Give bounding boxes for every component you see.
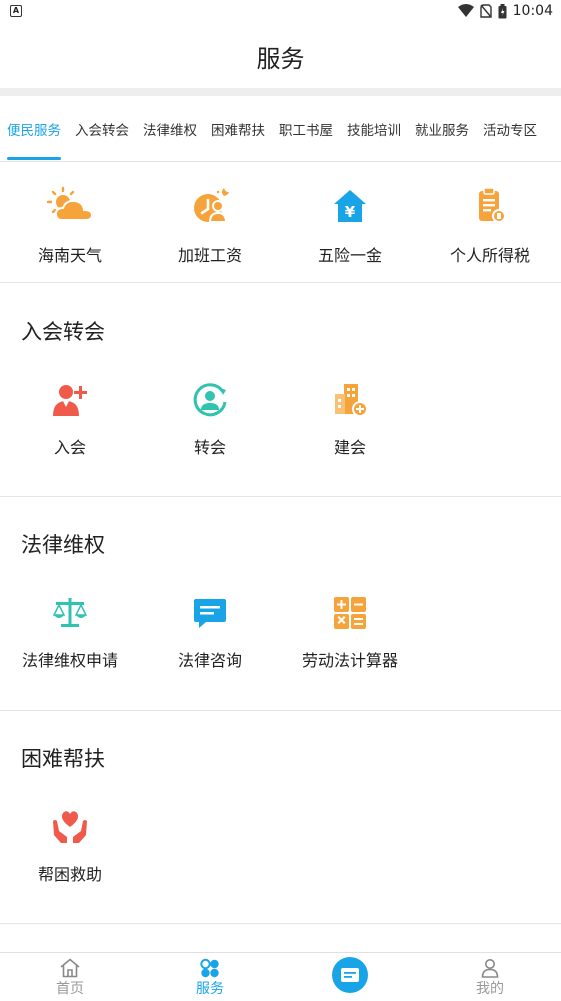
status-time: 10:04 bbox=[512, 3, 553, 19]
legal-application-label: 法律维权申请 bbox=[21, 651, 118, 670]
nav-mine-label: 我的 bbox=[476, 981, 504, 997]
join-union-icon bbox=[46, 376, 94, 424]
nav-home[interactable]: 首页 bbox=[0, 953, 140, 1001]
legal-consult-button[interactable]: 法律咨询 bbox=[140, 589, 280, 671]
hardship-aid-label: 帮困救助 bbox=[37, 865, 102, 884]
hardship-aid-button[interactable]: 帮困救助 bbox=[0, 803, 140, 885]
weather-icon bbox=[46, 182, 94, 230]
transfer-union-icon bbox=[186, 376, 234, 424]
tab-assistance[interactable]: 困难帮扶 bbox=[204, 96, 272, 162]
nav-center-button[interactable] bbox=[280, 953, 420, 1001]
build-union-icon bbox=[326, 376, 374, 424]
insurance-fund-icon: ¥ bbox=[326, 182, 374, 230]
overtime-pay-button[interactable]: 加班工资 bbox=[140, 162, 280, 282]
category-tabs: 便民服务 入会转会 法律维权 困难帮扶 职工书屋 技能培训 就业服务 活动专区 bbox=[0, 96, 561, 162]
no-sim-icon bbox=[479, 4, 492, 18]
income-tax-icon bbox=[466, 182, 514, 230]
nav-service[interactable]: 服务 bbox=[140, 953, 280, 1001]
build-union-label: 建会 bbox=[333, 438, 366, 457]
join-union-label: 入会 bbox=[53, 438, 86, 457]
legal-section: 法律维权 法律维权申请 法律咨询 劳动法计算器 bbox=[0, 497, 561, 711]
section-title: 入会转会 bbox=[21, 320, 105, 344]
join-union-button[interactable]: 入会 bbox=[0, 376, 140, 458]
scales-icon bbox=[46, 589, 94, 637]
insurance-fund-button[interactable]: ¥ 五险一金 bbox=[280, 162, 420, 282]
status-bar: A 10:04 bbox=[0, 0, 561, 24]
income-tax-button[interactable]: 个人所得税 bbox=[420, 162, 560, 282]
transfer-union-label: 转会 bbox=[193, 438, 226, 457]
page-title: 服务 bbox=[256, 44, 305, 73]
legal-application-button[interactable]: 法律维权申请 bbox=[0, 589, 140, 671]
card-icon bbox=[332, 957, 368, 993]
weather-button[interactable]: 海南天气 bbox=[0, 162, 140, 282]
tab-convenience[interactable]: 便民服务 bbox=[0, 96, 68, 162]
tab-employment[interactable]: 就业服务 bbox=[408, 96, 476, 162]
battery-icon bbox=[498, 3, 507, 18]
overtime-pay-label: 加班工资 bbox=[177, 246, 242, 265]
tab-library[interactable]: 职工书屋 bbox=[272, 96, 340, 162]
home-icon bbox=[59, 956, 81, 978]
build-union-button[interactable]: 建会 bbox=[280, 376, 420, 458]
membership-section: 入会转会 入会 转会 建会 bbox=[0, 284, 561, 497]
legal-consult-label: 法律咨询 bbox=[177, 651, 242, 670]
notification-icon: A bbox=[10, 5, 22, 17]
assistance-section: 困难帮扶 帮困救助 bbox=[0, 711, 561, 924]
bottom-nav: 首页 服务 我的 bbox=[0, 952, 561, 1001]
tab-legal[interactable]: 法律维权 bbox=[136, 96, 204, 162]
tab-activities[interactable]: 活动专区 bbox=[476, 96, 544, 162]
overtime-pay-icon bbox=[186, 182, 234, 230]
calculator-icon bbox=[326, 589, 374, 637]
heart-hands-icon bbox=[46, 803, 94, 851]
nav-home-label: 首页 bbox=[56, 981, 84, 997]
labor-calculator-label: 劳动法计算器 bbox=[301, 651, 398, 670]
transfer-union-button[interactable]: 转会 bbox=[140, 376, 280, 458]
nav-mine[interactable]: 我的 bbox=[420, 953, 560, 1001]
wifi-icon bbox=[457, 4, 474, 17]
section-title: 法律维权 bbox=[21, 533, 105, 557]
insurance-fund-label: 五险一金 bbox=[317, 246, 382, 265]
labor-calculator-button[interactable]: 劳动法计算器 bbox=[280, 589, 420, 671]
user-icon bbox=[480, 956, 500, 978]
nav-service-label: 服务 bbox=[196, 981, 224, 997]
tab-training[interactable]: 技能培训 bbox=[340, 96, 408, 162]
service-icon bbox=[199, 956, 221, 978]
chat-icon bbox=[186, 589, 234, 637]
weather-label: 海南天气 bbox=[37, 246, 102, 265]
income-tax-label: 个人所得税 bbox=[449, 246, 530, 265]
convenience-grid: 海南天气 加班工资 ¥ 五险一金 个人所得税 bbox=[0, 162, 561, 283]
section-title: 困难帮扶 bbox=[21, 747, 105, 771]
svg-text:¥: ¥ bbox=[345, 203, 356, 221]
tab-membership[interactable]: 入会转会 bbox=[68, 96, 136, 162]
